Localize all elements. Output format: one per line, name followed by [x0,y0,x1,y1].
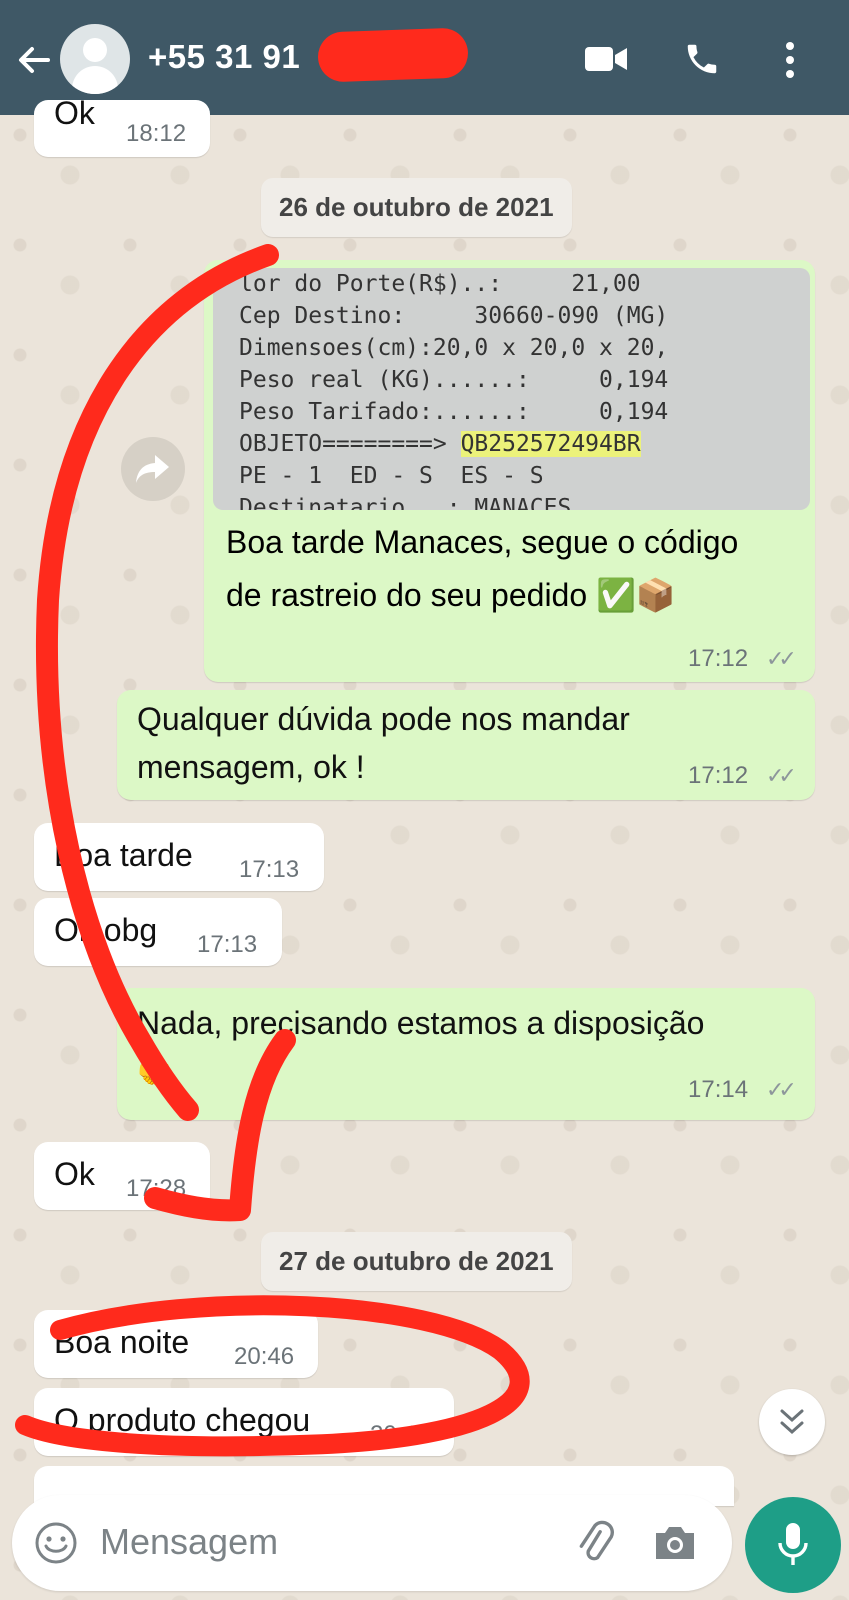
forward-icon [136,455,169,483]
tracking-code: QB252572494BR [460,431,641,457]
mic-button[interactable] [745,1497,841,1593]
emoji-icon[interactable] [34,1521,78,1565]
message-outgoing[interactable]: Nada, precisando estamos a disposição 🤝 … [117,988,815,1120]
more-vert-icon[interactable] [780,40,800,80]
back-arrow-icon[interactable] [14,40,54,80]
date-separator: 27 de outubro de 2021 [261,1232,572,1291]
scroll-to-bottom-button[interactable] [759,1389,825,1455]
read-receipt-icon: ✓✓ [766,763,797,788]
message-incoming[interactable]: Ok 17:28 [34,1142,210,1210]
avatar[interactable] [60,24,130,94]
message-caption-line2: de rastreio do seu pedido ✅📦 [226,577,676,613]
message-incoming[interactable]: Ok 18:12 [34,95,210,157]
message-input[interactable]: Mensagem [100,1521,278,1563]
message-incoming[interactable]: Boa tarde 17:13 [34,823,324,891]
mic-icon [778,1523,808,1565]
receipt-photo[interactable]: lor do Porte(R$)..: 21,00 Cep Destino: 3… [213,268,810,510]
redaction-mark [317,27,469,83]
read-receipt-icon: ✓✓ [766,646,797,671]
receipt-text: lor do Porte(R$)..: 21,00 Cep Destino: 3… [239,271,669,510]
message-composer: Mensagem [12,1495,732,1591]
read-receipt-icon: ✓✓ [766,1077,797,1102]
chat-header: +55 31 91 [0,0,849,115]
forward-button[interactable] [121,437,185,501]
message-outgoing[interactable]: Qualquer dúvida pode nos mandar mensagem… [117,690,815,800]
date-separator: 26 de outubro de 2021 [261,178,572,237]
camera-icon[interactable] [652,1523,698,1563]
video-call-icon[interactable] [584,44,628,74]
phone-icon[interactable] [683,40,721,78]
double-chevron-down-icon [780,1409,804,1435]
message-caption-line1: Boa tarde Manaces, segue o código [226,524,739,560]
message-time: 17:12 [688,645,749,672]
message-incoming[interactable]: O produto chegou 20:47 [34,1388,454,1456]
attach-icon[interactable] [572,1519,616,1567]
message-incoming[interactable]: Boa noite 20:46 [34,1310,318,1378]
contact-name[interactable]: +55 31 91 [148,38,300,76]
message-incoming[interactable]: Ok obg 17:13 [34,898,282,966]
